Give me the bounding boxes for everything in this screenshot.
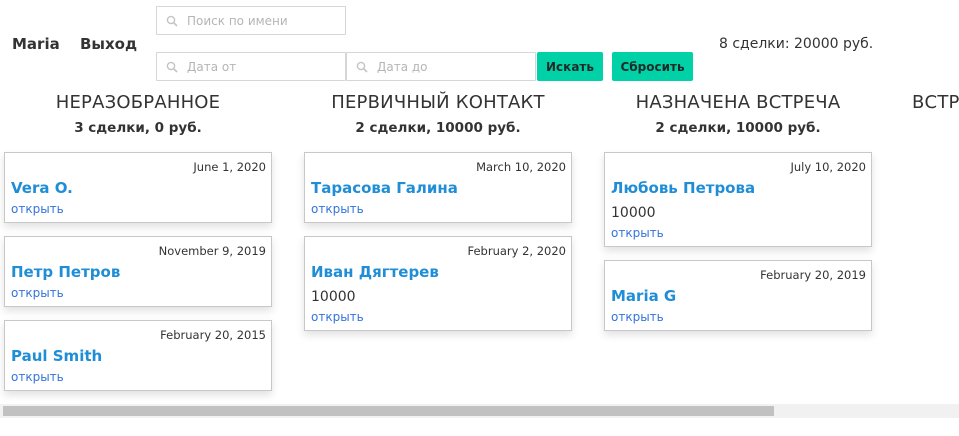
pipeline-column-first-contact: ПЕРВИЧНЫЙ КОНТАКТ 2 сделки, 10000 руб. [304,92,572,136]
column-summary: 2 сделки, 10000 руб. [355,120,521,136]
deal-contact-name[interactable]: Иван Дягтерев [311,263,439,281]
search-icon [356,61,368,73]
name-search-field[interactable] [156,6,346,35]
name-search-input[interactable] [187,7,341,34]
date-to-field[interactable] [346,52,536,81]
deal-amount: 10000 [311,289,356,305]
date-to-input[interactable] [377,53,531,80]
deal-date: March 10, 2020 [476,160,566,174]
open-deal-link[interactable]: открыть [11,286,64,300]
pipeline-column-meeting-scheduled: НАЗНАЧЕНА ВСТРЕЧА 2 сделки, 10000 руб. [604,92,872,136]
deal-amount: 10000 [611,205,656,221]
deal-date: November 9, 2019 [158,244,266,258]
deal-date: June 1, 2020 [193,160,266,174]
deal-date: July 10, 2020 [790,160,866,174]
logout-link[interactable]: Выход [80,35,137,53]
search-icon [166,15,178,27]
pipeline-column-unsorted: НЕРАЗОБРАННОЕ 3 сделки, 0 руб. [4,92,272,136]
deal-card[interactable]: June 1, 2020 Vera O. открыть [4,152,272,223]
pipeline-column-meeting: ВСТР [912,92,959,116]
date-from-field[interactable] [156,52,346,81]
open-deal-link[interactable]: открыть [611,310,664,324]
deal-date: February 20, 2019 [760,268,866,282]
search-button[interactable]: Искать [537,52,603,81]
column-summary: 2 сделки, 10000 руб. [655,120,821,136]
date-from-input[interactable] [187,53,341,80]
deal-card[interactable]: November 9, 2019 Петр Петров открыть [4,236,272,307]
deal-contact-name[interactable]: Любовь Петрова [611,179,755,197]
deal-contact-name[interactable]: Vera O. [11,179,73,197]
deals-summary: 8 сделки: 20000 руб. [719,36,874,52]
column-title: НАЗНАЧЕНА ВСТРЕЧА [635,92,841,113]
open-deal-link[interactable]: открыть [11,370,64,384]
column-summary: 3 сделки, 0 руб. [74,120,202,136]
open-deal-link[interactable]: открыть [11,202,64,216]
deal-contact-name[interactable]: Paul Smith [11,347,102,365]
user-name: Maria [12,35,60,53]
deal-card[interactable]: July 10, 2020 Любовь Петрова 10000 откры… [604,152,872,247]
column-title: НЕРАЗОБРАННОЕ [55,92,221,113]
deal-card[interactable]: February 20, 2019 Maria G открыть [604,260,872,331]
deal-contact-name[interactable]: Maria G [611,287,676,305]
top-bar: Maria Выход Искать Сбросить 8 сделки: 20… [0,0,959,90]
open-deal-link[interactable]: открыть [611,226,664,240]
column-title: ПЕРВИЧНЫЙ КОНТАКТ [331,92,545,113]
deal-contact-name[interactable]: Тарасова Галина [311,179,458,197]
open-deal-link[interactable]: открыть [311,202,364,216]
scrollbar-thumb[interactable] [3,406,774,416]
deal-contact-name[interactable]: Петр Петров [11,263,120,281]
deal-card[interactable]: February 20, 2015 Paul Smith открыть [4,320,272,391]
deal-date: February 20, 2015 [160,328,266,342]
deal-card[interactable]: February 2, 2020 Иван Дягтерев 10000 отк… [304,236,572,331]
deal-card[interactable]: March 10, 2020 Тарасова Галина открыть [304,152,572,223]
deal-date: February 2, 2020 [467,244,566,258]
search-icon [166,61,178,73]
open-deal-link[interactable]: открыть [311,310,364,324]
reset-button[interactable]: Сбросить [612,52,693,81]
column-title: ВСТР [912,92,959,113]
